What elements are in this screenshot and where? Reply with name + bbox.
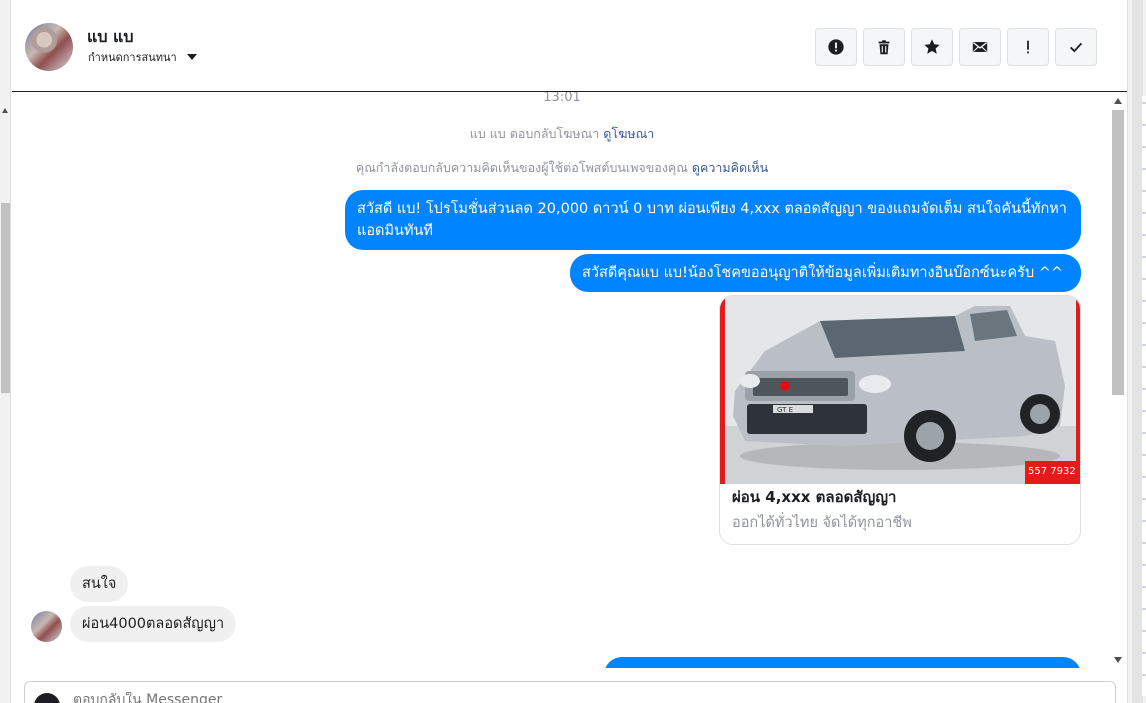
reply-composer[interactable]: [24, 681, 1116, 703]
comment-reply-notice: คุณกำลังตอบกลับความคิดเห็นของผู้ใช้ต่อโพ…: [12, 158, 1112, 178]
ad-reply-notice: แบ แบ ตอบกลับโฆษณา ดูโฆษณา: [12, 124, 1112, 144]
view-comment-link[interactable]: ดูความคิดเห็น: [692, 160, 768, 175]
outgoing-message-partial[interactable]: [604, 657, 1081, 668]
car-image: GT E 557 7932: [720, 296, 1080, 484]
message-timestamp: 13:01: [543, 92, 581, 105]
caret-down-icon: [186, 54, 197, 60]
delete-button[interactable]: [863, 28, 905, 66]
scrollbar-markers: [1142, 96, 1146, 696]
page-scrollbar[interactable]: [0, 0, 11, 703]
thread-scroll-down-icon[interactable]: [1114, 657, 1122, 663]
contact-name[interactable]: แบ แบ: [87, 25, 134, 50]
contact-avatar[interactable]: [25, 23, 73, 71]
pickup-truck-illustration: GT E 557 7932: [725, 296, 1076, 484]
star-button[interactable]: [911, 28, 953, 66]
phone-overlay: 557 7932: [1028, 466, 1076, 477]
conversation-header: แบ แบ กำหนดการสนทนา: [12, 0, 1127, 92]
conversation-toolbar: [815, 28, 1097, 66]
trash-icon: [878, 40, 890, 55]
thread-scrollbar-thumb[interactable]: [1112, 110, 1124, 395]
mark-spam-button[interactable]: [815, 28, 857, 66]
thread-scroll-up-icon[interactable]: [1114, 98, 1122, 104]
view-ad-link[interactable]: ดูโฆษณา: [603, 126, 654, 141]
card-subtitle: ออกได้ทั่วไทย จัดได้ทุกอาชีพ: [732, 515, 912, 531]
messenger-icon: [34, 693, 60, 703]
ad-reply-text: แบ แบ ตอบกลับโฆษณา: [469, 126, 600, 141]
envelope-icon: [972, 42, 988, 52]
incoming-message[interactable]: สนใจ: [70, 566, 129, 602]
message-thread[interactable]: 13:01 แบ แบ ตอบกลับโฆษณา ดูโฆษณา คุณกำลั…: [12, 92, 1112, 668]
star-icon: [924, 39, 940, 54]
card-title: ผ่อน 4,xxx ตลอดสัญญา: [732, 488, 897, 506]
checkmark-icon: [1069, 42, 1083, 53]
follow-up-button[interactable]: [1007, 28, 1049, 66]
outgoing-message[interactable]: สวัสดีคุณแบ แบ!น้องโชคขออนุญาติให้ข้อมูล…: [570, 254, 1081, 292]
outgoing-message[interactable]: สวัสดี แบ! โปรโมชั่นส่วนลด 20,000 ดาวน์ …: [345, 190, 1081, 250]
incoming-message[interactable]: ผ่อน4000ตลอดสัญญา: [70, 606, 237, 642]
mark-unread-button[interactable]: [959, 28, 1001, 66]
window-scrollbar[interactable]: [1127, 0, 1146, 703]
exclamation-icon: [1027, 40, 1029, 54]
reply-input[interactable]: [73, 692, 673, 703]
scroll-up-arrow-icon[interactable]: [2, 108, 8, 113]
contact-avatar-small[interactable]: [31, 611, 62, 642]
mark-done-button[interactable]: [1055, 28, 1097, 66]
exclamation-circle-icon: [828, 39, 844, 55]
conversation-settings-label: กำหนดการสนทนา: [88, 51, 177, 64]
page-scrollbar-thumb[interactable]: [1, 203, 10, 393]
ad-card[interactable]: GT E 557 7932 ผ่อน 4,xxx ตลอดสัญญา ออกได…: [719, 295, 1081, 545]
grille-badge: GT E: [777, 406, 793, 414]
comment-reply-text: คุณกำลังตอบกลับความคิดเห็นของผู้ใช้ต่อโพ…: [355, 160, 688, 175]
conversation-settings-dropdown[interactable]: กำหนดการสนทนา: [88, 48, 197, 66]
